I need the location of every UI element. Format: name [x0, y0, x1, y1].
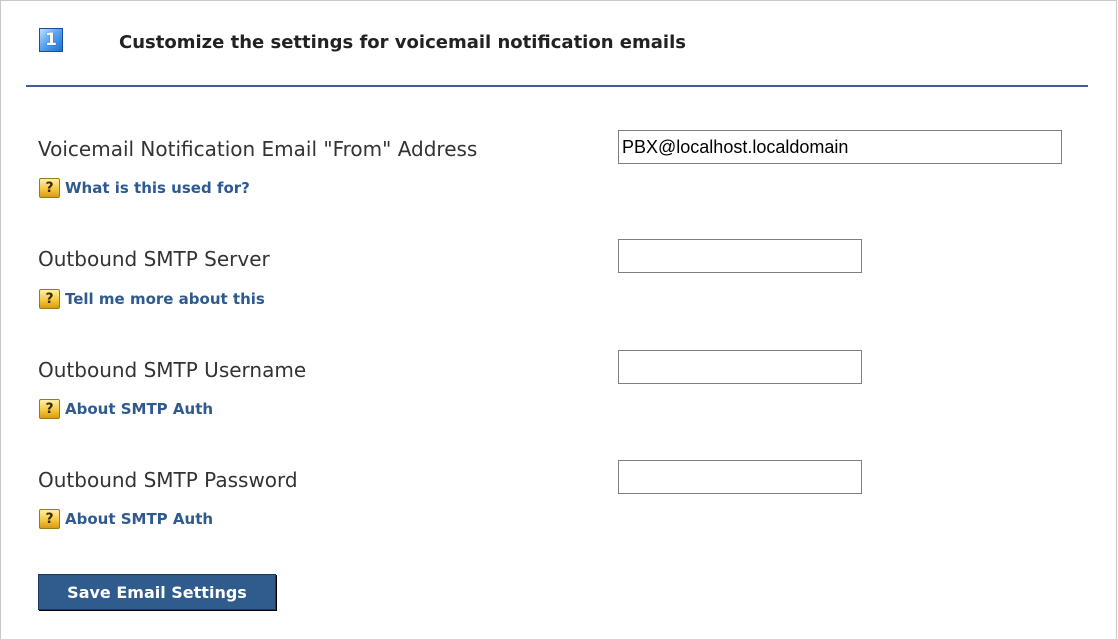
about-smtp-auth-link[interactable]: About SMTP Auth	[65, 400, 213, 418]
help-icon[interactable]: ?	[39, 289, 60, 309]
from-address-help[interactable]: ? What is this used for?	[39, 178, 250, 198]
header-divider	[26, 85, 1088, 87]
smtp-password-help[interactable]: ? About SMTP Auth	[39, 509, 213, 529]
save-email-settings-button[interactable]: Save Email Settings	[38, 574, 276, 610]
about-smtp-auth-link[interactable]: About SMTP Auth	[65, 510, 213, 528]
smtp-server-label: Outbound SMTP Server	[38, 247, 270, 271]
smtp-server-input[interactable]	[618, 239, 862, 273]
what-is-this-used-for-link[interactable]: What is this used for?	[65, 179, 250, 197]
from-address-label: Voicemail Notification Email "From" Addr…	[38, 137, 478, 161]
smtp-username-input[interactable]	[618, 350, 862, 384]
help-icon[interactable]: ?	[39, 178, 60, 198]
settings-panel: 1 Customize the settings for voicemail n…	[0, 0, 1117, 639]
step-number: 1	[45, 29, 57, 50]
smtp-password-input[interactable]	[618, 460, 862, 494]
step-number-icon: 1	[39, 28, 63, 52]
smtp-username-label: Outbound SMTP Username	[38, 358, 307, 382]
smtp-server-help[interactable]: ? Tell me more about this	[39, 289, 265, 309]
help-icon[interactable]: ?	[39, 399, 60, 419]
help-icon[interactable]: ?	[39, 509, 60, 529]
tell-me-more-link[interactable]: Tell me more about this	[65, 290, 265, 308]
panel-title: Customize the settings for voicemail not…	[119, 32, 686, 53]
from-address-input[interactable]	[618, 130, 1062, 164]
smtp-password-label: Outbound SMTP Password	[38, 468, 298, 492]
smtp-username-help[interactable]: ? About SMTP Auth	[39, 399, 213, 419]
